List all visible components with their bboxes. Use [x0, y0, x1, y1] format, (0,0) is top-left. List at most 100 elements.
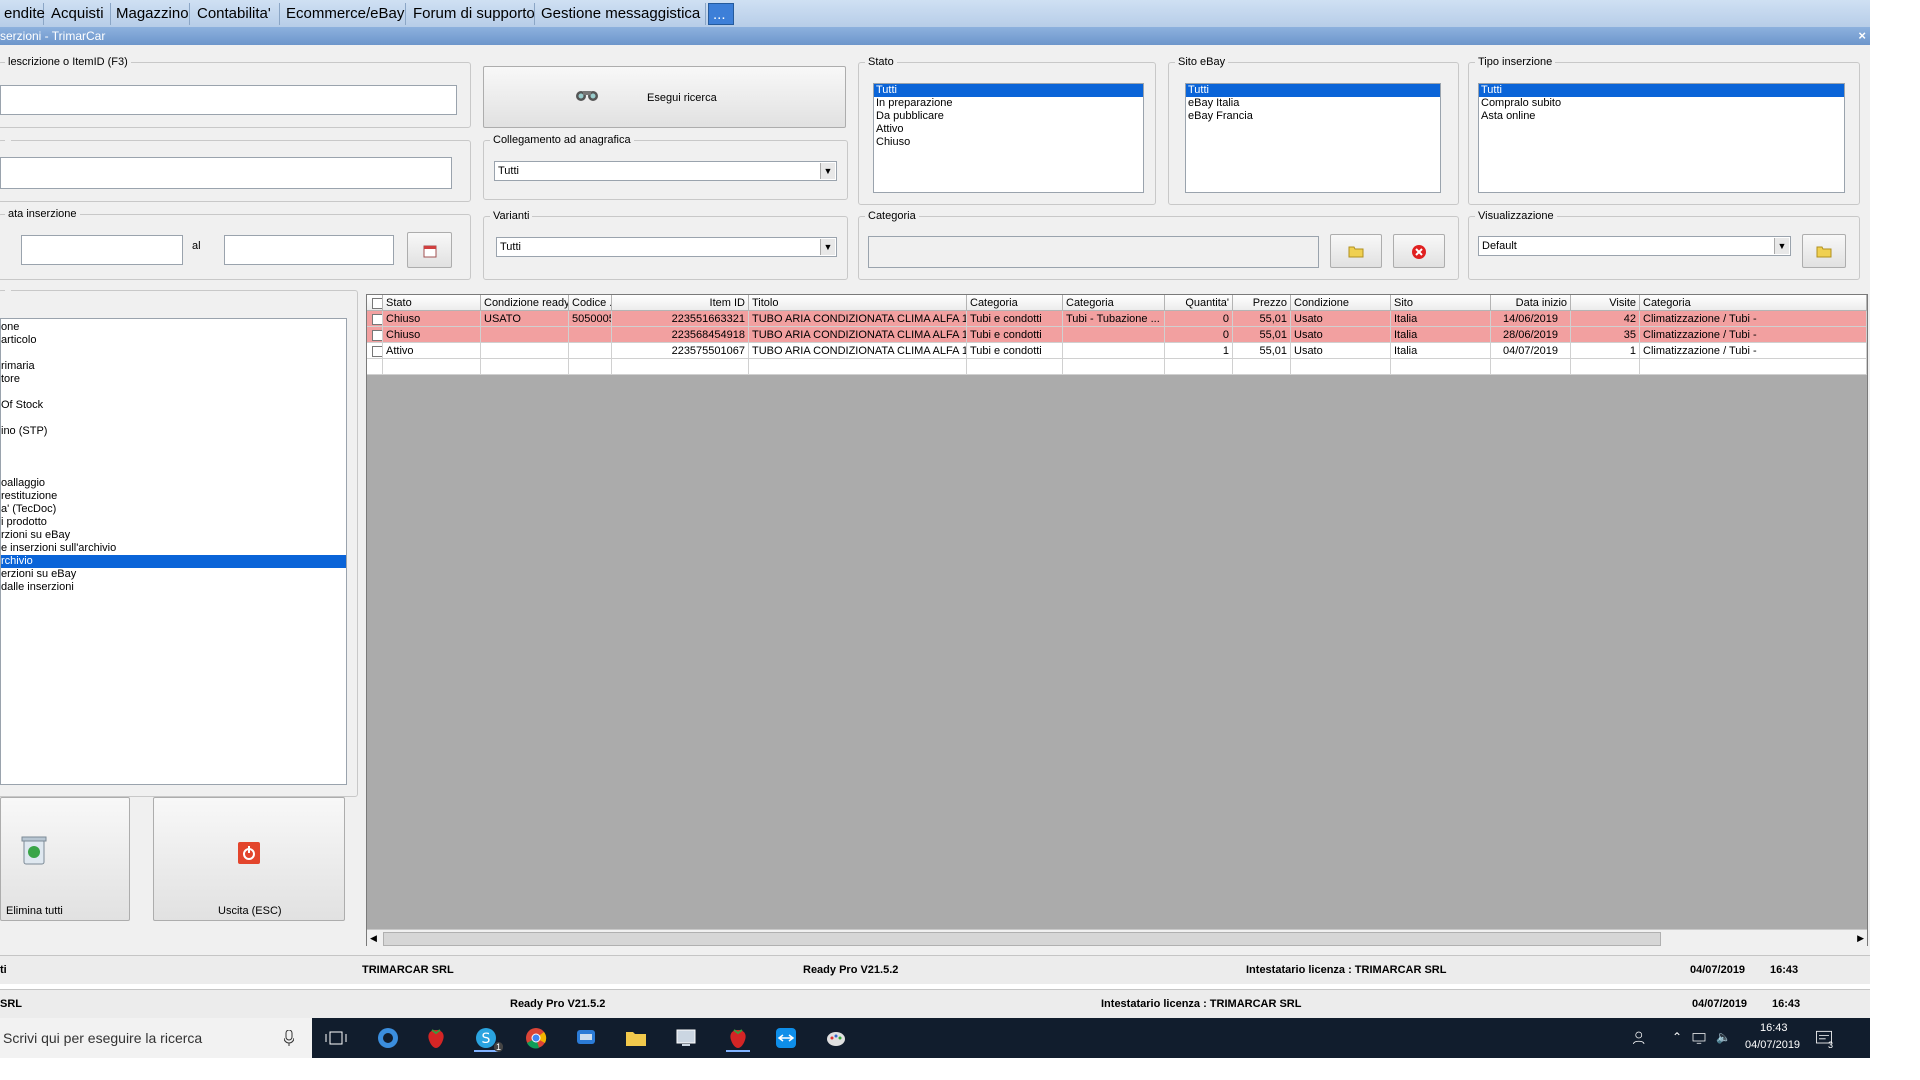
sito-option[interactable]: Tutti [1186, 84, 1440, 97]
tipo-option[interactable]: Tutti [1479, 84, 1844, 97]
secondary-filter-input[interactable] [0, 157, 452, 189]
column-header[interactable]: Codice ... [569, 295, 612, 311]
operation-item[interactable]: rimaria [1, 360, 35, 373]
operation-item[interactable]: a' (TecDoc) [1, 503, 56, 516]
file-explorer-icon[interactable] [624, 1026, 648, 1050]
categoria-field[interactable] [868, 236, 1319, 268]
table-row[interactable]: Chiuso 223568454918 TUBO ARIA CONDIZIONATA… [367, 327, 1867, 343]
date-to-input[interactable] [224, 235, 394, 265]
chevron-down-icon[interactable]: ▼ [1774, 238, 1789, 254]
column-header[interactable]: Data inizio [1491, 295, 1571, 311]
chevron-down-icon[interactable]: ▼ [820, 163, 835, 179]
volume-icon[interactable]: 🔈 [1716, 1030, 1731, 1044]
tab-magazzino[interactable]: Magazzino [112, 3, 190, 25]
paint-icon[interactable] [824, 1026, 848, 1050]
date-from-input[interactable] [21, 235, 183, 265]
tab-ecommerce-ebay[interactable]: Ecommerce/eBay [282, 3, 406, 25]
stato-option[interactable]: Chiuso [874, 136, 1143, 149]
sito-option[interactable]: eBay Francia [1186, 110, 1440, 123]
tipo-listbox[interactable]: Tutti Compralo subito Asta online [1478, 83, 1845, 193]
select-all-checkbox[interactable] [372, 298, 382, 309]
column-header[interactable]: Item ID [612, 295, 749, 311]
network-icon[interactable] [1690, 1026, 1708, 1050]
stato-option[interactable]: Tutti [874, 84, 1143, 97]
ready-pro-icon[interactable] [726, 1026, 750, 1052]
varianti-select[interactable]: Tutti ▼ [496, 237, 837, 257]
column-header[interactable]: Prezzo [1233, 295, 1291, 311]
tab-gestione-messaggistica[interactable]: Gestione messaggistica [537, 3, 706, 25]
tab-vendite[interactable]: endite [0, 3, 45, 25]
column-header[interactable]: Condizione ready [481, 295, 569, 311]
tray-expand-icon[interactable]: ⌃ [1672, 1030, 1682, 1044]
stato-listbox[interactable]: Tutti In preparazione Da pubblicare Attivo C… [873, 83, 1144, 193]
calendar-button[interactable] [407, 232, 452, 268]
tab-more[interactable]: ... [708, 3, 734, 25]
row-checkbox[interactable] [372, 346, 382, 357]
remote-desktop-icon[interactable] [674, 1026, 698, 1050]
column-header[interactable]: Visite [1571, 295, 1640, 311]
collegamento-select[interactable]: Tutti ▼ [494, 161, 837, 181]
column-header[interactable]: Quantita' [1165, 295, 1233, 311]
operation-item[interactable]: Of Stock [1, 399, 43, 412]
sito-option[interactable]: eBay Italia [1186, 97, 1440, 110]
strawberry-app-icon[interactable] [424, 1026, 448, 1050]
chevron-down-icon[interactable]: ▼ [820, 239, 835, 255]
clock-time[interactable]: 16:43 [1760, 1022, 1788, 1034]
column-header[interactable]: Titolo [749, 295, 967, 311]
task-view-icon[interactable] [324, 1026, 348, 1050]
column-header[interactable]: Categoria [1063, 295, 1165, 311]
tab-acquisti[interactable]: Acquisti [47, 3, 111, 25]
teamviewer-icon[interactable] [774, 1026, 798, 1050]
operation-item[interactable]: one [1, 321, 19, 334]
delete-all-button[interactable]: Elimina tutti [0, 797, 130, 921]
run-search-button[interactable]: Esegui ricerca [483, 66, 846, 128]
categoria-browse-button[interactable] [1330, 234, 1382, 268]
teamviewer-chat-icon[interactable] [574, 1026, 598, 1050]
column-header[interactable]: Sito [1391, 295, 1491, 311]
scroll-left-icon[interactable]: ◀ [370, 930, 377, 946]
operation-item[interactable]: tore [1, 373, 20, 386]
microphone-icon[interactable] [284, 1030, 294, 1046]
chrome-icon[interactable] [524, 1026, 548, 1050]
operation-item[interactable]: restituzione [1, 490, 57, 503]
stato-option[interactable]: Attivo [874, 123, 1143, 136]
horizontal-scrollbar[interactable]: ◀ ▶ [367, 929, 1867, 946]
table-row[interactable]: Attivo 223575501067 TUBO ARIA CONDIZIONATA… [367, 343, 1867, 359]
tab-forum-supporto[interactable]: Forum di supporto [409, 3, 535, 25]
column-header[interactable]: Categoria [967, 295, 1063, 311]
tab-contabilita[interactable]: Contabilita' [193, 3, 280, 25]
taskbar-search-box[interactable]: Scrivi qui per eseguire la ricerca [0, 1018, 312, 1058]
people-icon[interactable] [1632, 1026, 1650, 1050]
operation-item[interactable]: erzioni su eBay [1, 568, 76, 581]
categoria-clear-button[interactable] [1393, 234, 1445, 268]
operation-item[interactable]: ino (STP) [1, 425, 47, 438]
table-row[interactable]: ChiusoUSATO50500052223551663321TUBO ARIA… [367, 311, 1867, 327]
column-header[interactable]: Stato [383, 295, 481, 311]
clock-date[interactable]: 04/07/2019 [1745, 1039, 1800, 1051]
visualizzazione-select[interactable]: Default ▼ [1478, 236, 1791, 256]
tipo-option[interactable]: Asta online [1479, 110, 1844, 123]
empty-row[interactable] [367, 359, 1867, 375]
operation-item[interactable]: rzioni su eBay [1, 529, 70, 542]
operation-item[interactable]: rchivio [1, 555, 346, 568]
exit-button[interactable]: Uscita (ESC) [153, 797, 345, 921]
operations-list[interactable]: one articolo rimaria tore Of Stock ino (STP) o… [0, 318, 347, 785]
column-header[interactable]: Categoria [1640, 295, 1867, 311]
row-checkbox[interactable] [372, 330, 382, 341]
row-checkbox[interactable] [372, 314, 382, 325]
sito-listbox[interactable]: Tutti eBay Italia eBay Francia [1185, 83, 1441, 193]
scroll-right-icon[interactable]: ▶ [1857, 930, 1864, 946]
visualizzazione-browse-button[interactable] [1802, 234, 1846, 268]
operation-item[interactable]: articolo [1, 334, 36, 347]
operation-item[interactable]: oallaggio [1, 477, 45, 490]
stato-option[interactable]: Da pubblicare [874, 110, 1143, 123]
select-all-checkbox-cell[interactable] [367, 295, 383, 311]
tipo-option[interactable]: Compralo subito [1479, 97, 1844, 110]
scrollbar-thumb[interactable] [383, 932, 1661, 946]
operation-item[interactable]: i prodotto [1, 516, 47, 529]
column-header[interactable]: Condizione [1291, 295, 1391, 311]
stato-option[interactable]: In preparazione [874, 97, 1143, 110]
operation-item[interactable]: e inserzioni sull'archivio [1, 542, 116, 555]
operation-item[interactable]: dalle inserzioni [1, 581, 74, 594]
description-input[interactable] [0, 85, 457, 115]
